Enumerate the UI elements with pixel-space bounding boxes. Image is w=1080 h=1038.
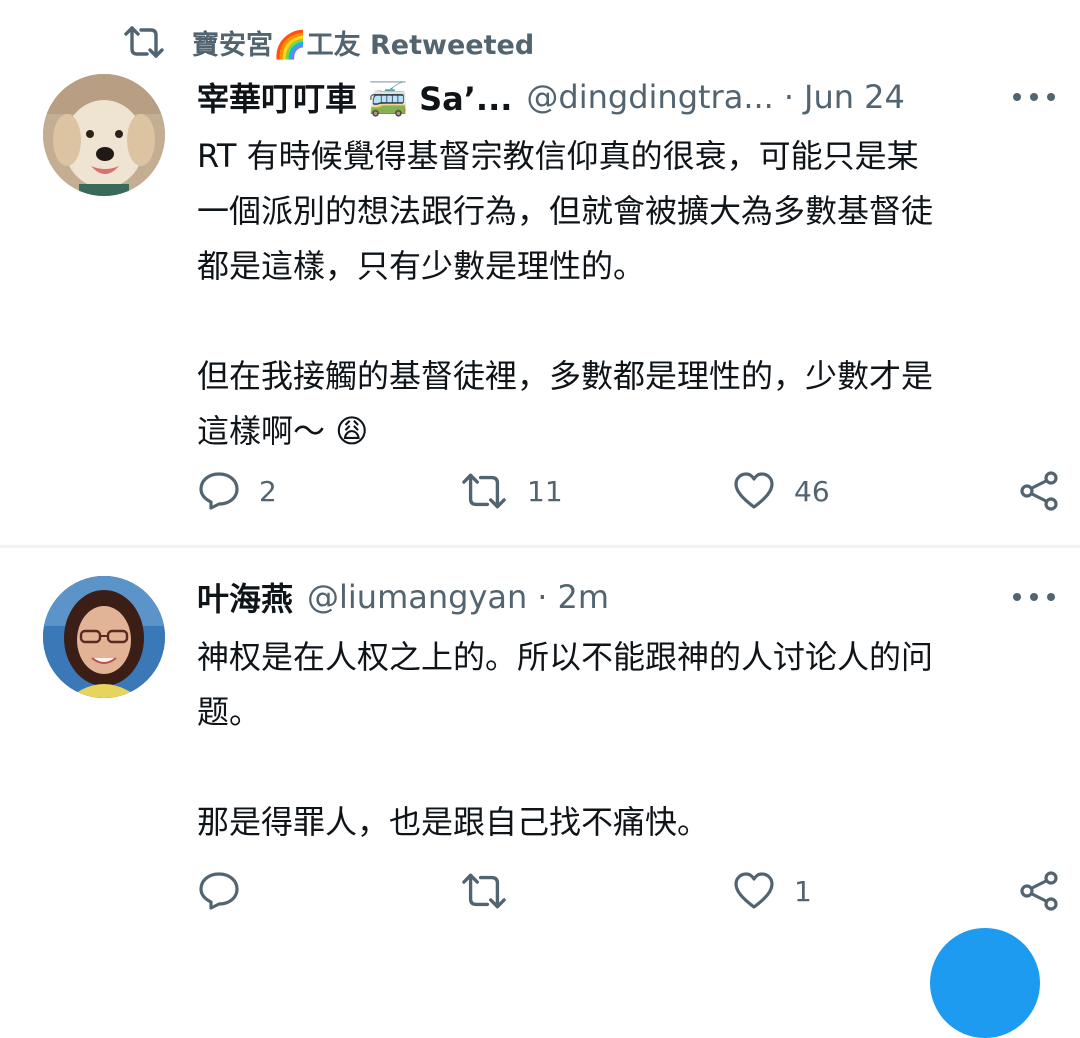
tweet-retweeted[interactable]: 寶安宮🌈工友 Retweeted 宰華叮叮車 🚎 Sa’... @dingdin… bbox=[0, 0, 1080, 545]
like-button[interactable]: 1 bbox=[732, 866, 812, 916]
reply-count: 2 bbox=[259, 474, 277, 508]
retweet-icon bbox=[462, 473, 506, 509]
heart-icon bbox=[734, 872, 774, 909]
reply-icon bbox=[199, 472, 239, 510]
retweet-context-label: 寶安宮🌈工友 Retweeted bbox=[192, 29, 535, 61]
share-icon bbox=[1020, 871, 1058, 911]
retweet-icon bbox=[462, 873, 506, 909]
avatar[interactable] bbox=[43, 576, 165, 698]
retweet-context[interactable]: 寶安宮🌈工友 Retweeted bbox=[122, 22, 534, 62]
woman-avatar bbox=[43, 576, 165, 698]
share-button[interactable] bbox=[1017, 466, 1079, 516]
reply-button[interactable]: 2 bbox=[197, 466, 277, 516]
retweet-button[interactable] bbox=[459, 866, 527, 916]
retweet-button[interactable]: 11 bbox=[459, 466, 563, 516]
like-count: 1 bbox=[794, 874, 812, 908]
action-bar: 1 bbox=[197, 866, 1067, 916]
like-button[interactable]: 46 bbox=[732, 466, 830, 516]
separator-dot: · bbox=[783, 78, 794, 116]
user-handle[interactable]: @dingdingtra... bbox=[526, 78, 773, 116]
compose-button[interactable] bbox=[930, 928, 1040, 1038]
avatar[interactable] bbox=[43, 74, 165, 196]
display-name[interactable]: 叶海燕 bbox=[197, 574, 293, 620]
more-icon bbox=[1013, 593, 1055, 601]
timestamp[interactable]: 2m bbox=[557, 578, 609, 616]
tweet-text: RT 有時候覺得基督宗教信仰真的很衰，可能只是某 一個派別的想法跟行為，但就會被… bbox=[197, 137, 934, 450]
share-button[interactable] bbox=[1017, 866, 1079, 916]
timestamp[interactable]: Jun 24 bbox=[804, 78, 905, 116]
tweet-text: 神权是在人权之上的。所以不能跟神的人讨论人的问 题。 那是得罪人，也是跟自己找不… bbox=[197, 638, 934, 841]
tweet-header: 叶海燕 @liumangyan · 2m bbox=[197, 572, 1056, 622]
display-name[interactable]: 宰華叮叮車 🚎 Sa’... bbox=[197, 74, 512, 120]
action-bar: 2 11 46 bbox=[197, 466, 1067, 516]
share-icon bbox=[1020, 471, 1058, 511]
more-button[interactable] bbox=[1012, 72, 1056, 122]
reply-icon bbox=[199, 872, 239, 910]
more-icon bbox=[1013, 93, 1055, 101]
heart-icon bbox=[734, 472, 774, 509]
reply-button[interactable] bbox=[197, 866, 259, 916]
more-button[interactable] bbox=[1012, 572, 1056, 622]
user-handle[interactable]: @liumangyan bbox=[307, 578, 527, 616]
dog-avatar bbox=[43, 74, 165, 196]
retweet-count: 11 bbox=[527, 474, 563, 508]
retweet-icon bbox=[124, 26, 164, 58]
like-count: 46 bbox=[794, 474, 830, 508]
tweet-header: 宰華叮叮車 🚎 Sa’... @dingdingtra... · Jun 24 bbox=[197, 72, 1056, 122]
separator-dot: · bbox=[537, 578, 548, 616]
